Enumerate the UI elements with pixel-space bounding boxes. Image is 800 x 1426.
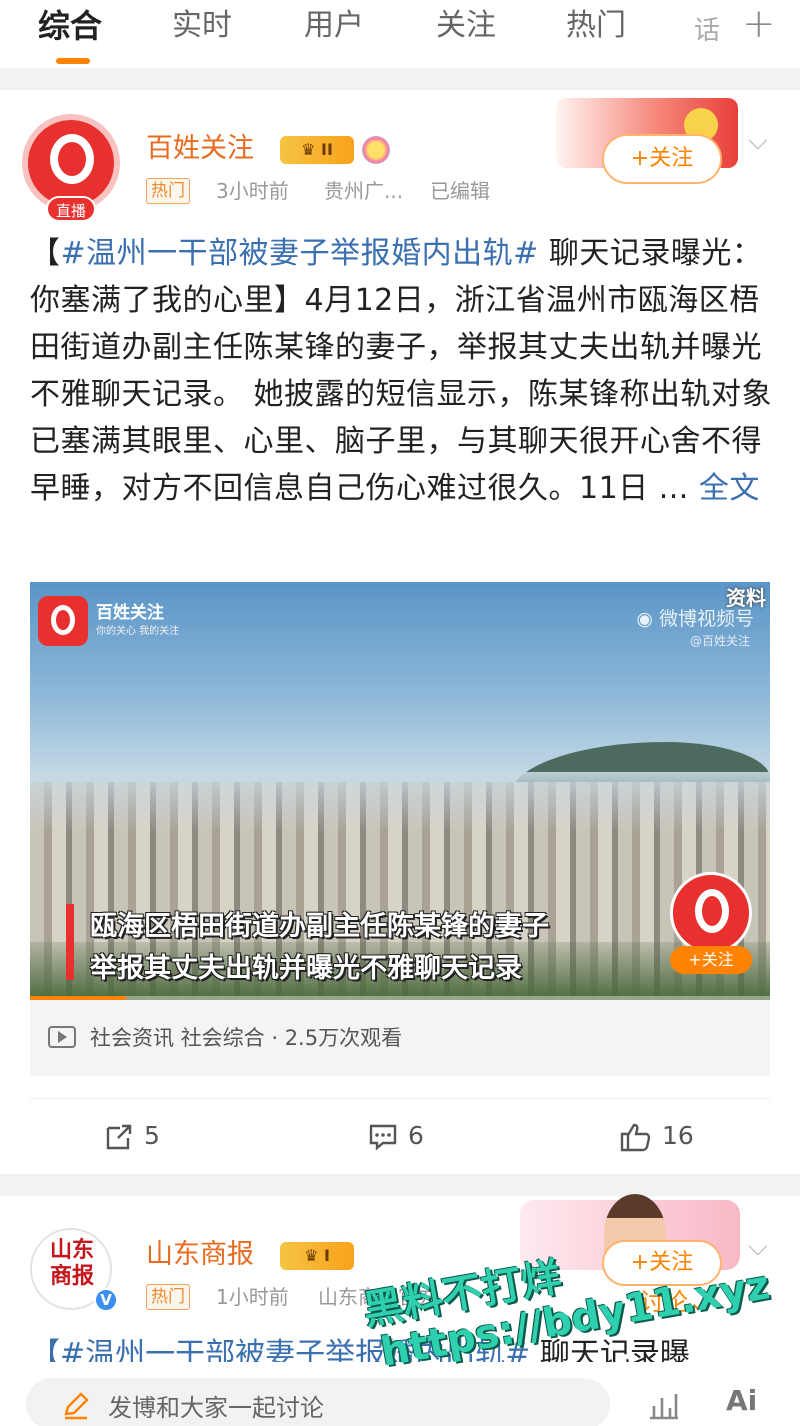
vip-badge[interactable]: ♛ II	[280, 136, 354, 164]
compose-input[interactable]: 发博和大家一起讨论	[26, 1378, 610, 1426]
comment-count: 6	[408, 1121, 424, 1150]
pencil-icon	[64, 1392, 89, 1420]
crown-icon: ♛	[304, 1246, 319, 1265]
subtitle-bar	[66, 904, 74, 980]
avatar-logo-text: 山东商报	[49, 1238, 94, 1289]
top-tab-bar: 综合 实时 用户 关注 热门 话 +	[0, 0, 800, 68]
weibo-video-watermark: ◉ 微博视频号	[636, 604, 754, 631]
video-slogan: 你的关心 我的关注	[96, 626, 180, 637]
stats-icon[interactable]	[646, 1388, 682, 1422]
weibo-logo-icon: ◉	[636, 608, 653, 630]
post-time: 3小时前	[216, 179, 289, 203]
like-count: 16	[662, 1121, 694, 1150]
video-brand: 百姓关注	[96, 603, 164, 623]
bottom-compose-bar: 发博和大家一起讨论 Ai	[0, 1368, 800, 1426]
ai-assistant-icon[interactable]: Ai	[726, 1384, 757, 1417]
add-tab-icon[interactable]: +	[742, 2, 776, 46]
tab-following[interactable]: 关注	[436, 6, 496, 46]
author-name[interactable]: 山东商报	[146, 1238, 254, 1272]
active-tab-indicator	[56, 58, 90, 64]
tab-overflow[interactable]: 话	[694, 10, 720, 47]
flower-emoji-icon	[362, 136, 390, 164]
compose-placeholder: 发博和大家一起讨论	[108, 1394, 324, 1422]
live-badge[interactable]: 直播	[46, 196, 96, 222]
thumbs-up-icon	[620, 1123, 651, 1152]
comment-icon	[369, 1124, 397, 1151]
subtitle-line-2: 举报其丈夫出轨并曝光不雅聊天记录	[90, 953, 522, 984]
like-button[interactable]: 16	[620, 1116, 694, 1156]
bracket: 【	[30, 236, 61, 271]
watermark-text: 微博视频号	[658, 608, 754, 630]
vip-badge[interactable]: ♛ I	[280, 1242, 354, 1270]
verified-icon: V	[94, 1288, 118, 1312]
tab-comprehensive[interactable]: 综合	[38, 6, 102, 46]
topic-link[interactable]: #温州一干部被妻子举报婚内出轨#	[61, 236, 539, 271]
post-time: 1小时前	[216, 1285, 289, 1309]
repost-button[interactable]: 5	[104, 1116, 160, 1156]
follow-button[interactable]: +关注	[602, 134, 722, 184]
post-source: 贵州广...	[324, 179, 404, 203]
section-divider	[0, 1174, 800, 1196]
hot-badge: 热门	[146, 1284, 190, 1310]
divider	[30, 1098, 770, 1099]
channel-logo-icon	[38, 596, 88, 646]
video-follow-button[interactable]: +关注	[670, 946, 752, 974]
video-player[interactable]: 百姓关注 你的关心 我的关注 资料 ◉ 微博视频号 @百姓关注 瓯海区梧田街道办…	[30, 582, 770, 1000]
tab-users[interactable]: 用户	[304, 6, 364, 46]
hot-badge: 热门	[146, 178, 190, 204]
post-text[interactable]: 【#温州一干部被妻子举报婚内出轨# 聊天记录曝光：你塞满了我的心里】4月12日，…	[30, 230, 780, 512]
video-info-bar[interactable]: 社会资讯 社会综合 · 2.5万次观看	[30, 1000, 770, 1076]
subtitle-line-1: 瓯海区梧田街道办副主任陈某锋的妻子	[90, 911, 549, 942]
crown-icon: ♛	[301, 140, 316, 159]
section-divider	[0, 68, 800, 90]
chevron-down-icon[interactable]: ⌵	[748, 126, 768, 157]
watermark-sub: @百姓关注	[689, 634, 750, 648]
comment-button[interactable]: 6	[368, 1116, 424, 1156]
video-avatar[interactable]	[670, 872, 752, 954]
video-haze	[30, 772, 770, 832]
vip-level: I	[323, 1246, 330, 1265]
author-name[interactable]: 百姓关注	[146, 132, 254, 166]
video-play-icon	[48, 1026, 76, 1048]
vip-level: II	[321, 140, 333, 159]
brand-logo-icon	[50, 134, 94, 184]
read-more-link[interactable]: 全文	[699, 471, 760, 506]
repost-icon	[106, 1124, 132, 1150]
repost-count: 5	[144, 1121, 160, 1150]
post-body: 聊天记录曝光：你塞满了我的心里】4月12日，浙江省温州市瓯海区梧田街道办副主任陈…	[30, 236, 773, 506]
tab-hot[interactable]: 热门	[566, 6, 626, 46]
tab-realtime[interactable]: 实时	[172, 6, 232, 46]
edited-label: 已编辑	[430, 179, 490, 203]
video-info-text: 社会资讯 社会综合 · 2.5万次观看	[90, 1026, 403, 1050]
